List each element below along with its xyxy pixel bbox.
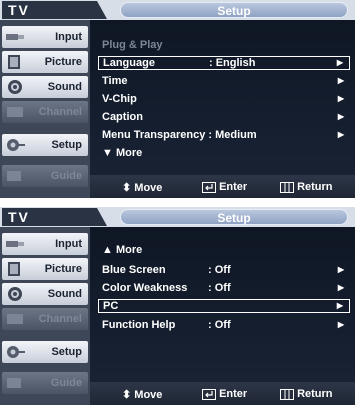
- sidebar-item-guide[interactable]: Guide: [2, 372, 88, 394]
- arrow-right-icon: ▶: [336, 301, 343, 310]
- sidebar-item-input[interactable]: Input: [2, 26, 88, 48]
- enter-icon: [202, 388, 216, 400]
- input-icon: [6, 34, 24, 40]
- input-icon: [6, 241, 24, 247]
- sidebar-item-label: Input: [55, 238, 82, 250]
- sidebar-item-label: Channel: [38, 106, 82, 118]
- sidebar-item-setup[interactable]: Setup: [2, 134, 88, 156]
- setup-icon: [7, 139, 25, 151]
- menu-item-language[interactable]: Language : English ▶: [98, 56, 350, 70]
- sound-icon: [8, 80, 22, 94]
- menu-item-function-help[interactable]: Function Help : Off ▶: [98, 318, 350, 332]
- sidebar-item-label: Setup: [51, 346, 82, 358]
- sidebar-item-channel[interactable]: Channel: [2, 101, 88, 123]
- setup-menu-panel-1: TV Setup Input Picture Sound Channel Set…: [0, 0, 355, 198]
- arrow-right-icon: ▶: [337, 112, 344, 121]
- menu-item-menu-transparency[interactable]: Menu Transparency : Medium ▶: [98, 128, 350, 142]
- sidebar-item-label: Channel: [38, 313, 82, 325]
- picture-icon: [8, 55, 20, 69]
- sidebar-item-label: Sound: [47, 288, 82, 300]
- menu-item-caption[interactable]: Caption ▶: [98, 110, 350, 124]
- menu-item-time[interactable]: Time ▶: [98, 74, 350, 88]
- menu-title: Setup: [120, 209, 348, 225]
- menu-list: ▲ More Blue Screen : Off ▶ Color Weaknes…: [90, 227, 355, 382]
- enter-hint: Enter: [202, 388, 247, 400]
- sidebar-item-label: Sound: [47, 81, 82, 93]
- header-bar: TV Setup: [0, 0, 355, 20]
- updown-icon: ⬍: [122, 389, 132, 401]
- menu-list: Plug & Play Language : English ▶ Time ▶ …: [90, 20, 355, 175]
- sidebar-item-label: Input: [55, 31, 82, 43]
- menu-title: Setup: [120, 2, 348, 18]
- sidebar-item-label: Guide: [50, 170, 82, 182]
- return-icon: [280, 388, 294, 400]
- guide-icon: [7, 171, 21, 181]
- sidebar-item-guide[interactable]: Guide: [2, 165, 88, 187]
- return-icon: [280, 181, 294, 193]
- sidebar-item-input[interactable]: Input: [2, 233, 88, 255]
- setup-icon: [7, 346, 25, 358]
- move-hint: ⬍ Move: [122, 182, 163, 194]
- channel-icon: [7, 107, 23, 117]
- sidebar-item-label: Guide: [50, 377, 82, 389]
- enter-icon: [202, 181, 216, 193]
- menu-item-color-weakness[interactable]: Color Weakness : Off ▶: [98, 281, 350, 295]
- arrow-right-icon: ▶: [337, 76, 344, 85]
- menu-item-more-down[interactable]: ▼ More: [98, 146, 350, 160]
- return-hint: Return: [280, 181, 333, 193]
- arrow-right-icon: ▶: [337, 265, 344, 274]
- arrow-right-icon: ▶: [337, 320, 344, 329]
- sidebar-item-sound[interactable]: Sound: [2, 76, 88, 98]
- guide-icon: [7, 378, 21, 388]
- sidebar-item-setup[interactable]: Setup: [2, 341, 88, 363]
- arrow-right-icon: ▶: [337, 94, 344, 103]
- menu-item-blue-screen[interactable]: Blue Screen : Off ▶: [98, 263, 350, 277]
- tv-label: TV: [2, 1, 107, 19]
- menu-item-plug-and-play[interactable]: Plug & Play: [98, 38, 350, 52]
- arrow-right-icon: ▶: [336, 58, 343, 67]
- sidebar-item-channel[interactable]: Channel: [2, 308, 88, 330]
- enter-hint: Enter: [202, 181, 247, 193]
- footer-bar: ⬍ Move Enter Return: [90, 175, 355, 198]
- sidebar: Input Picture Sound Channel Setup Guide: [0, 20, 90, 198]
- menu-item-v-chip[interactable]: V-Chip ▶: [98, 92, 350, 106]
- move-hint: ⬍ Move: [122, 389, 163, 401]
- sidebar-item-label: Setup: [51, 139, 82, 151]
- updown-icon: ⬍: [122, 182, 132, 194]
- footer-bar: ⬍ Move Enter Return: [90, 382, 355, 405]
- arrow-right-icon: ▶: [337, 130, 344, 139]
- channel-icon: [7, 314, 23, 324]
- sidebar-item-label: Picture: [44, 263, 82, 275]
- header-bar: TV Setup: [0, 207, 355, 227]
- sidebar-item-picture[interactable]: Picture: [2, 51, 88, 73]
- sidebar-item-picture[interactable]: Picture: [2, 258, 88, 280]
- tv-label: TV: [2, 208, 107, 226]
- arrow-right-icon: ▶: [337, 283, 344, 292]
- return-hint: Return: [280, 388, 333, 400]
- sound-icon: [8, 287, 22, 301]
- sidebar-item-label: Picture: [44, 56, 82, 68]
- setup-menu-panel-2: TV Setup Input Picture Sound Channel Set…: [0, 207, 355, 405]
- menu-item-more-up[interactable]: ▲ More: [98, 243, 350, 257]
- sidebar: Input Picture Sound Channel Setup Guide: [0, 227, 90, 405]
- sidebar-item-sound[interactable]: Sound: [2, 283, 88, 305]
- picture-icon: [8, 262, 20, 276]
- menu-item-pc[interactable]: PC ▶: [98, 299, 350, 313]
